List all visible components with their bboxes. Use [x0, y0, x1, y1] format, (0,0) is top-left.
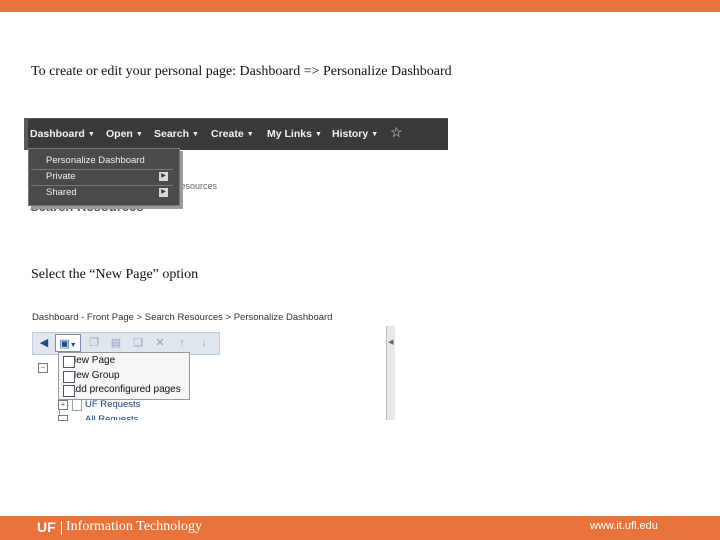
menu-open[interactable]: Open ▼: [106, 128, 143, 140]
tree-item-uf-requests[interactable]: UF Requests: [85, 399, 140, 410]
side-panel-collapse[interactable]: ◀: [386, 326, 395, 420]
caret-down-icon: ▼: [371, 131, 379, 138]
menu-history-label: History: [332, 128, 369, 140]
move-up-icon[interactable]: ↑: [173, 334, 191, 352]
tree-expand-icon[interactable]: [58, 415, 68, 421]
dropdown-item-private[interactable]: Private: [29, 169, 175, 184]
back-arrow-icon[interactable]: ◀: [35, 334, 53, 352]
submenu-arrow-icon: ▶: [159, 188, 168, 197]
page-icon: [72, 399, 82, 411]
dropdown-item-personalize-dashboard[interactable]: Personalize Dashboard: [29, 153, 175, 168]
footer-url[interactable]: www.it.ufl.edu: [590, 520, 658, 532]
menu-item-new-page[interactable]: New Page: [63, 355, 116, 368]
breadcrumb: Dashboard - Front Page > Search Resource…: [32, 312, 333, 323]
menu-dashboard-label: Dashboard: [30, 128, 85, 140]
new-item-menu: New Page New Group Add preconfigured pag…: [58, 352, 190, 400]
footer-divider: [61, 521, 62, 535]
menu-history[interactable]: History ▼: [332, 128, 378, 140]
menu-item-new-group-label: New Group: [69, 370, 120, 381]
menu-bar-edge: [24, 119, 28, 150]
paste-icon[interactable]: ❏: [129, 334, 147, 352]
new-page-icon: [63, 356, 75, 368]
menu-item-new-group[interactable]: New Group: [63, 370, 120, 383]
instruction-text-1: To create or edit your personal page: Da…: [31, 64, 452, 79]
top-accent-bar: [0, 0, 720, 12]
background-resources-text: Resources: [174, 181, 218, 191]
copy-icon[interactable]: ❐: [85, 334, 103, 352]
edit-icon[interactable]: ▤: [107, 334, 125, 352]
delete-icon[interactable]: ✕: [151, 334, 169, 352]
menu-create-label: Create: [211, 128, 244, 140]
dropdown-item-shared[interactable]: Shared: [29, 185, 175, 200]
menu-my-links[interactable]: My Links ▼: [267, 128, 322, 140]
star-icon[interactable]: ☆: [390, 125, 403, 142]
tree-expand-icon[interactable]: +: [58, 400, 68, 410]
caret-down-icon: ▼: [314, 131, 322, 138]
preconfigured-pages-icon: [63, 385, 75, 397]
dashboard-dropdown: Personalize Dashboard Private ▶ Shared ▶: [28, 148, 180, 206]
menu-bar: Dashboard ▼ Open ▼ Search ▼ Create ▼ My Link…: [24, 118, 448, 150]
tree-item-all-requests[interactable]: All Requests: [85, 414, 138, 420]
caret-down-icon: ▼: [69, 341, 77, 349]
move-down-icon[interactable]: ↓: [195, 334, 213, 352]
new-group-icon: [63, 371, 75, 383]
footer-org-name: Information Technology: [66, 519, 203, 534]
submenu-arrow-icon: ▶: [159, 172, 168, 181]
collapse-arrow-icon: ◀: [388, 338, 394, 346]
menu-search-label: Search: [154, 128, 190, 140]
menu-item-new-page-label: New Page: [69, 355, 116, 366]
menu-search[interactable]: Search ▼: [154, 128, 199, 140]
menu-dashboard[interactable]: Dashboard ▼: [30, 128, 95, 140]
uf-logo: UF: [37, 519, 56, 535]
menu-item-add-preconfigured[interactable]: Add preconfigured pages: [63, 384, 181, 397]
tree-expand-icon[interactable]: −: [38, 363, 48, 373]
caret-down-icon: ▼: [87, 131, 95, 138]
personalize-screenshot: Dashboard - Front Page > Search Resource…: [28, 308, 396, 421]
caret-down-icon: ▼: [246, 131, 254, 138]
caret-down-icon: ▼: [192, 131, 199, 138]
new-item-button[interactable]: ▣▼: [55, 334, 81, 352]
menu-screenshot: Dashboard ▼ Open ▼ Search ▼ Create ▼ My Link…: [24, 118, 448, 214]
new-page-icon: ▣: [59, 338, 70, 350]
menu-create[interactable]: Create ▼: [211, 128, 254, 140]
caret-down-icon: ▼: [135, 131, 143, 138]
menu-my-links-label: My Links: [267, 128, 312, 140]
menu-item-add-preconfigured-label: Add preconfigured pages: [69, 384, 181, 395]
instruction-text-2: Select the “New Page” option: [31, 267, 199, 282]
menu-open-label: Open: [106, 128, 133, 140]
